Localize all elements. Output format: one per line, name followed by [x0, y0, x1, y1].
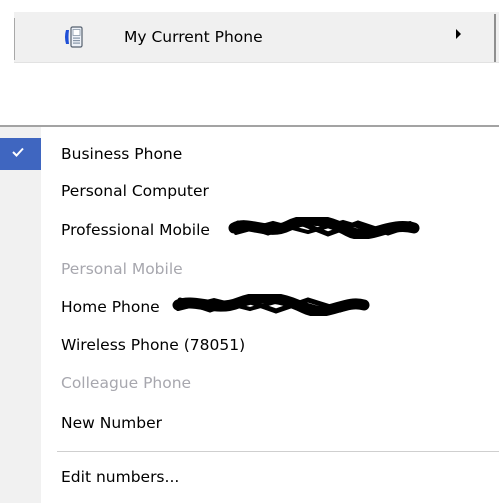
top-bar-right-border	[494, 14, 496, 62]
menu-separator	[57, 451, 499, 452]
menu-item-label: Professional Mobile	[61, 221, 210, 239]
phone-icon	[65, 26, 83, 48]
checkmark-icon	[12, 147, 24, 157]
menu-item-label: Colleague Phone	[61, 374, 192, 392]
menu-item-label: Personal Mobile	[61, 260, 183, 278]
menu-item-professional-mobile[interactable]: Professional Mobile	[0, 211, 499, 249]
menu-item-personal-mobile: Personal Mobile	[0, 250, 499, 288]
top-bar-left-border	[14, 18, 15, 60]
menu-item-label: Personal Computer	[61, 182, 209, 200]
menu-top-border	[0, 125, 499, 127]
menu-item-label: Home Phone	[61, 298, 160, 316]
menu-item-label: Edit numbers...	[61, 468, 180, 486]
redaction-scribble	[228, 217, 420, 239]
menu-item-colleague-phone: Colleague Phone	[0, 364, 499, 402]
menu-item-new-number[interactable]: New Number	[0, 404, 499, 442]
menu-item-home-phone[interactable]: Home Phone	[0, 288, 499, 326]
my-current-phone-label: My Current Phone	[124, 28, 263, 46]
menu-item-business-phone[interactable]: Business Phone	[0, 135, 499, 173]
menu-item-label: Wireless Phone (78051)	[61, 336, 246, 354]
menu-item-label: New Number	[61, 414, 162, 432]
submenu-arrow-icon	[456, 29, 461, 39]
phone-selector-screen: My Current Phone Business Phone Personal…	[0, 0, 499, 503]
redaction-scribble	[172, 294, 370, 316]
menu-item-edit-numbers[interactable]: Edit numbers...	[0, 458, 499, 496]
checkmark-highlight	[0, 138, 41, 170]
menu-item-personal-computer[interactable]: Personal Computer	[0, 172, 499, 210]
menu-item-wireless-phone[interactable]: Wireless Phone (78051)	[0, 326, 499, 364]
menu-item-label: Business Phone	[61, 145, 183, 163]
phone-number-menu: Business Phone Personal Computer Profess…	[0, 125, 499, 503]
